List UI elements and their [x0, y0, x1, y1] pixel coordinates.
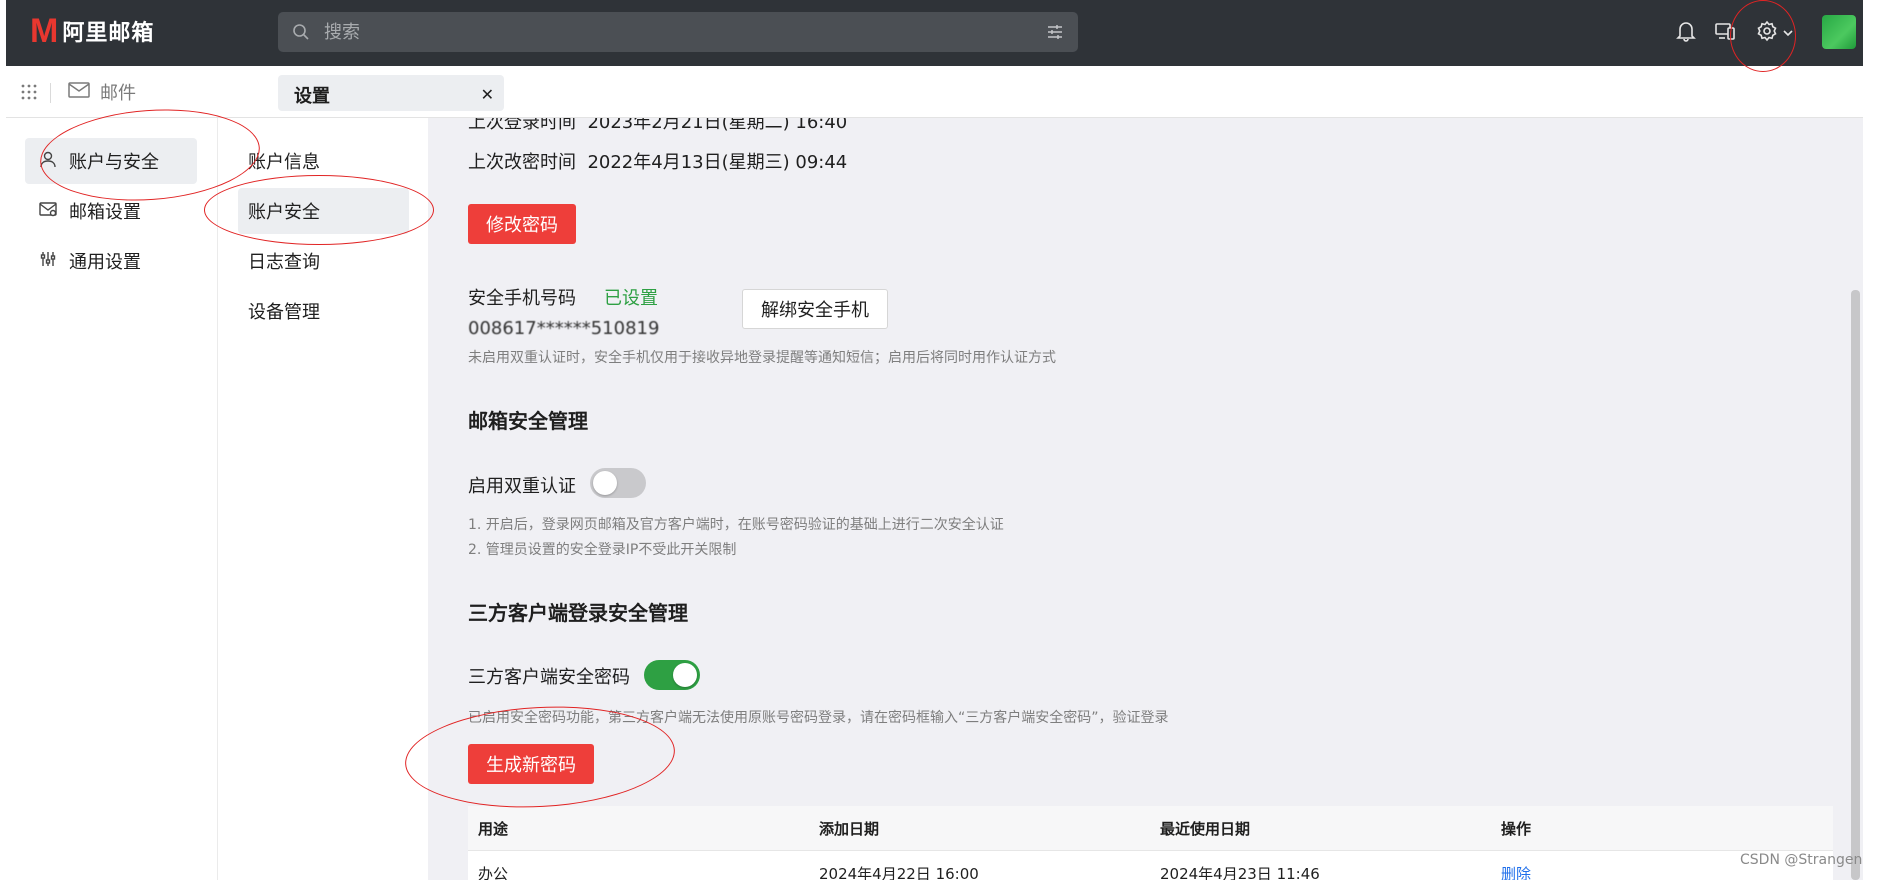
avatar[interactable]: [1822, 15, 1856, 49]
sliders-icon: [39, 250, 57, 273]
bell-icon[interactable]: [1676, 20, 1696, 46]
subnav-account-security[interactable]: 账户安全: [238, 188, 409, 234]
cell-last-used: 2024年4月23日 11:46: [1160, 865, 1320, 880]
nav-item-mailbox-settings[interactable]: 邮箱设置: [25, 188, 197, 234]
cell-added: 2024年4月22日 16:00: [819, 865, 979, 880]
phone-status: 已设置: [604, 288, 658, 309]
table-header: 用途 添加日期 最近使用日期 操作: [468, 806, 1833, 851]
tab-settings-label: 设置: [294, 86, 330, 107]
top-bar: M 阿里邮箱: [6, 0, 1863, 66]
gear-icon[interactable]: [1756, 20, 1778, 46]
mailbox-security-title: 邮箱安全管理: [468, 409, 588, 433]
account-subnav: 账户信息 账户安全 日志查询 设备管理: [218, 118, 428, 880]
subnav-label: 日志查询: [248, 252, 320, 273]
app-logo[interactable]: M 阿里邮箱: [30, 14, 154, 48]
third-party-password-toggle[interactable]: [644, 660, 700, 690]
watermark: CSDN @Strangen: [1740, 852, 1863, 868]
third-party-password-label: 三方客户端安全密码: [468, 667, 630, 688]
search-icon: [292, 23, 310, 45]
third-party-title: 三方客户端登录安全管理: [468, 601, 688, 625]
column-header: 添加日期: [819, 819, 880, 838]
subnav-label: 设备管理: [248, 302, 320, 323]
tab-row: 邮件 设置 ✕: [6, 66, 1863, 118]
toggle-knob: [593, 471, 617, 495]
subnav-account-info[interactable]: 账户信息: [238, 138, 409, 184]
generate-password-button[interactable]: 生成新密码: [468, 744, 594, 784]
third-party-hint: 已启用安全密码功能，第三方客户端无法使用原账号密码登录，请在密码框输入“三方客户…: [468, 710, 1169, 726]
user-icon: [39, 150, 57, 173]
table-row: 办公 2024年4月22日 16:00 2024年4月23日 11:46 删除: [468, 851, 1833, 880]
divider: [50, 83, 51, 103]
subnav-device-management[interactable]: 设备管理: [238, 288, 409, 334]
two-factor-note-1: 1. 开启后，登录网页邮箱及官方客户端时，在账号密码验证的基础上进行二次安全认证: [468, 517, 1004, 533]
scrollbar[interactable]: [1851, 290, 1860, 880]
mail-settings-icon: [39, 200, 57, 223]
search-input[interactable]: [324, 12, 1004, 52]
phone-hint: 未启用双重认证时，安全手机仅用于接收异地登录提醒等通知短信；启用后将同时用作认证…: [468, 350, 1056, 366]
column-header: 用途: [478, 819, 509, 838]
cell-purpose: 办公: [478, 865, 509, 880]
column-header: 操作: [1501, 819, 1532, 838]
phone-label: 安全手机号码: [468, 288, 576, 309]
toggle-knob: [673, 663, 697, 687]
nav-item-account-security[interactable]: 账户与安全: [25, 138, 197, 184]
close-icon[interactable]: ✕: [481, 85, 494, 104]
tab-mail[interactable]: 邮件: [68, 79, 136, 105]
mail-icon: [68, 81, 90, 104]
last-login-value: 2023年2月21日(星期二) 16:40: [587, 118, 848, 133]
nav-item-label: 邮箱设置: [69, 202, 141, 223]
subnav-log-query[interactable]: 日志查询: [238, 238, 409, 284]
last-change-value: 2022年4月13日(星期三) 09:44: [587, 152, 848, 173]
last-change-label: 上次改密时间: [468, 152, 576, 173]
chevron-down-icon[interactable]: [1782, 24, 1794, 43]
settings-content: 上次登录时间 2023年2月21日(星期二) 16:40 上次改密时间 2022…: [428, 118, 1863, 880]
nav-item-label: 通用设置: [69, 252, 141, 273]
two-factor-toggle[interactable]: [590, 468, 646, 498]
logo-text: 阿里邮箱: [62, 21, 155, 46]
tab-mail-label: 邮件: [100, 83, 136, 104]
settings-category-nav: 账户与安全 邮箱设置 通用设置: [6, 118, 218, 880]
subnav-label: 账户信息: [248, 152, 320, 173]
logo-mark: M: [30, 12, 58, 50]
tab-settings[interactable]: 设置 ✕: [278, 75, 504, 111]
apps-grid-icon[interactable]: [20, 83, 38, 105]
nav-item-label: 账户与安全: [69, 152, 159, 173]
search-filter-icon[interactable]: [1046, 23, 1064, 45]
change-password-button[interactable]: 修改密码: [468, 204, 576, 244]
app-window: M 阿里邮箱 搜索 邮件 设置 ✕ 账户与安全 邮箱设置 通用设置 账户信息 账…: [0, 0, 1882, 880]
delete-link[interactable]: 删除: [1501, 863, 1531, 880]
devices-icon[interactable]: [1714, 20, 1736, 46]
two-factor-label: 启用双重认证: [468, 476, 576, 497]
two-factor-note-2: 2. 管理员设置的安全登录IP不受此开关限制: [468, 542, 737, 558]
last-login-label: 上次登录时间: [468, 118, 576, 133]
last-change-row: 上次改密时间 2022年4月13日(星期三) 09:44: [468, 148, 847, 174]
column-header: 最近使用日期: [1160, 819, 1251, 838]
search-bar: [278, 12, 1078, 52]
nav-item-general-settings[interactable]: 通用设置: [25, 238, 197, 284]
unbind-phone-button[interactable]: 解绑安全手机: [742, 289, 888, 329]
phone-number: 008617******510819: [468, 318, 660, 339]
password-table: 用途 添加日期 最近使用日期 操作 办公 2024年4月22日 16:00 20…: [468, 806, 1833, 880]
last-login-row: 上次登录时间 2023年2月21日(星期二) 16:40: [468, 118, 847, 134]
subnav-label: 账户安全: [248, 202, 320, 223]
